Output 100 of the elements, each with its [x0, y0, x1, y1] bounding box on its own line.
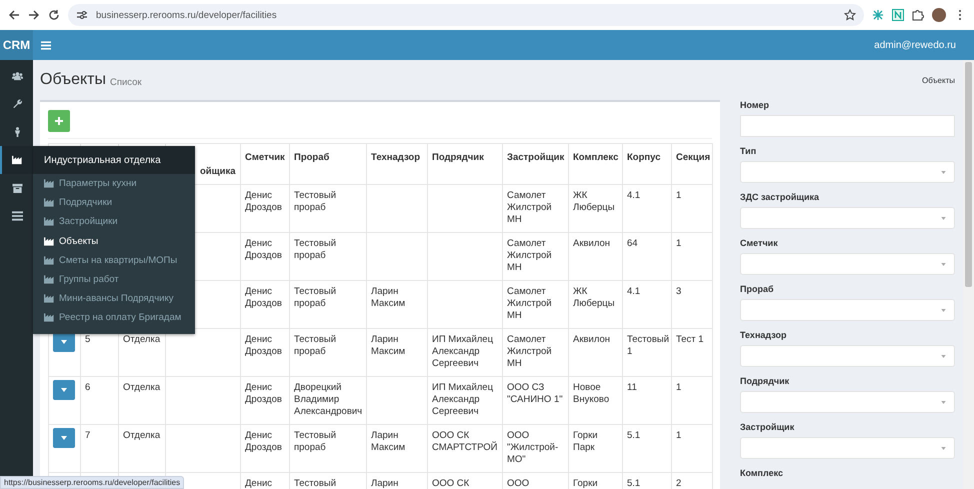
column-header: Застройщик [507, 152, 564, 163]
factory-icon [44, 236, 55, 246]
wrench-icon[interactable] [12, 99, 23, 109]
table-cell: ООО "Жилстрой-МО" [507, 430, 558, 465]
filter-label: Технадзор [740, 330, 786, 341]
brand-logo[interactable]: CRM [0, 30, 33, 60]
menu-item[interactable]: Мини-авансы Подрядчику [33, 289, 195, 308]
select-field[interactable] [740, 391, 955, 413]
filter-label: Прораб [740, 284, 774, 295]
table-cell: ЖК Люберцы [573, 286, 615, 309]
dropdown-button[interactable] [53, 332, 75, 352]
table-cell: Аквилон [573, 334, 610, 345]
person-icon[interactable] [12, 127, 23, 137]
select-field[interactable] [740, 437, 955, 459]
menu-icon[interactable] [41, 40, 51, 50]
table-cell: Ларин Максим [371, 334, 406, 357]
reload-icon[interactable] [48, 9, 60, 21]
table-cell: Тестовый прораб [294, 238, 336, 261]
column-header: Комплекс [573, 152, 618, 163]
factory-icon [44, 275, 55, 284]
menu-item[interactable]: Подрядчики [33, 193, 195, 212]
caret-icon [941, 354, 946, 358]
table-cell: Ларин Максим [371, 286, 406, 309]
avatar[interactable] [932, 8, 946, 22]
scrollbar[interactable] [963, 60, 974, 489]
page-subtitle: Список [110, 76, 142, 88]
table-cell: 1 [676, 430, 682, 441]
table-cell: Тестовый [294, 478, 336, 489]
table-cell: 1 [676, 190, 682, 201]
breadcrumb-link[interactable]: Объекты [922, 76, 955, 84]
select-field[interactable] [740, 207, 955, 229]
factory-icon [44, 294, 55, 304]
table-cell: ООО СК СМАРТСТРОЙ [432, 430, 498, 453]
table-cell: Самолет Жилстрой МН [507, 190, 552, 225]
star-icon[interactable] [844, 9, 856, 21]
menu-item[interactable]: Сметы на квартиры/МОПы [33, 250, 195, 270]
table-cell: 2 [676, 478, 682, 489]
select-field[interactable] [740, 253, 955, 275]
extension-icon[interactable] [872, 9, 884, 21]
column-header: Технадзор [371, 152, 420, 163]
back-icon[interactable] [8, 9, 20, 21]
factory-icon [44, 256, 55, 265]
caret-icon [941, 308, 946, 312]
table-cell: Тестовый прораб [294, 190, 336, 213]
table-cell: Самолет Жилстрой МН [507, 286, 552, 321]
caret-icon [61, 436, 67, 440]
table-cell: ООО [507, 478, 530, 489]
menu-item[interactable]: Объекты [33, 232, 195, 251]
menu-heading: Индустриальная отделка [33, 146, 195, 174]
puzzle-icon[interactable] [912, 9, 924, 21]
caret-icon [61, 388, 67, 392]
sidebar-item[interactable] [0, 146, 33, 174]
forward-icon[interactable] [28, 9, 40, 21]
site-info-icon[interactable] [76, 9, 88, 21]
archive-icon[interactable] [12, 183, 23, 193]
table-cell: ООО СЗ "САНИНО 1" [507, 382, 563, 405]
table-cell: Аквилон [573, 238, 610, 249]
table-cell: Денис Дроздов [245, 238, 282, 261]
menu-item[interactable]: Параметры кухни [33, 174, 195, 194]
caret-icon [941, 170, 946, 174]
table-cell: 5.1 [627, 430, 640, 441]
extension-icon[interactable] [892, 9, 904, 21]
table-cell: Денис Дроздов [245, 382, 282, 405]
filter-label: Застройщик [740, 422, 794, 433]
menu-icon[interactable] [12, 211, 23, 221]
select-field[interactable] [740, 299, 955, 321]
address-bar[interactable]: businesserp.rerooms.ru/developer/facilities [68, 4, 864, 26]
table-cell: Отделка [123, 334, 160, 345]
table-cell: Ларин [371, 478, 398, 489]
caret-icon [941, 446, 946, 450]
table-cell: Денис Дроздов [245, 190, 282, 213]
table-cell: ООО СК [432, 478, 470, 489]
select-field[interactable] [740, 161, 955, 183]
column-header: Корпус [627, 152, 660, 163]
table-cell: Денис Дроздов [245, 430, 282, 453]
plus-icon [55, 117, 63, 125]
user-menu[interactable]: admin@rewedo.ru [874, 40, 956, 50]
table-cell: 7 [85, 430, 90, 441]
factory-icon [44, 198, 55, 208]
table-cell: Новое Внуково [573, 382, 610, 405]
table-cell: Денис Дроздов [245, 286, 282, 309]
caret-icon [61, 340, 67, 344]
input-field[interactable] [740, 115, 955, 137]
users-icon[interactable] [12, 71, 23, 81]
factory-icon [44, 313, 55, 322]
menu-item[interactable]: Реестр на оплату Бригадам [33, 308, 195, 328]
table-cell: 1 [676, 238, 682, 249]
filter-label: Тип [740, 146, 756, 157]
select-field[interactable] [740, 345, 955, 367]
table-cell: 64 [627, 238, 638, 249]
caret-icon [941, 216, 946, 220]
table-cell: 1 [676, 382, 682, 393]
filter-label: Комплекс [740, 468, 783, 479]
table-cell: Тест 1 [676, 334, 704, 345]
table-cell: ИП Михайлец Александр Сергеевич [432, 382, 494, 417]
menu-item[interactable]: Застройщики [33, 212, 195, 232]
menu-item[interactable]: Группы работ [33, 270, 195, 290]
factory-icon [44, 217, 55, 226]
factory-icon[interactable] [12, 155, 23, 165]
column-header: Сметчик [245, 152, 285, 163]
